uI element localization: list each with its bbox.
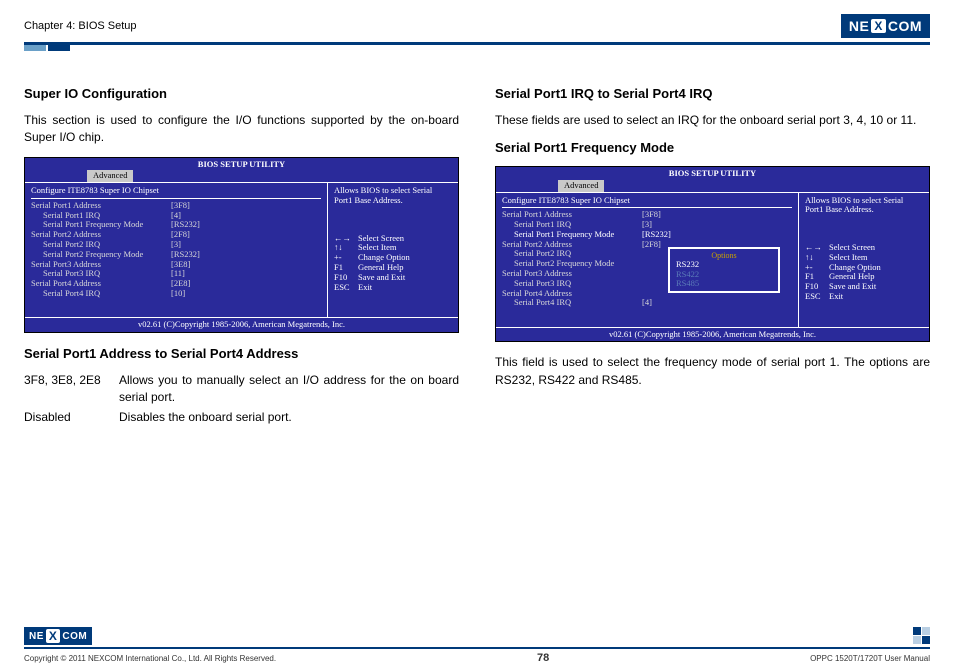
- bios-chipset-title: Configure ITE8783 Super IO Chipset: [502, 196, 792, 206]
- para-serial-irq: These fields are used to select an IRQ f…: [495, 112, 930, 129]
- bios-title: BIOS SETUP UTILITY: [496, 167, 929, 180]
- bios-config-row: Serial Port4 IRQ[4]: [502, 298, 792, 308]
- chapter-label: Chapter 4: BIOS Setup: [24, 20, 137, 32]
- bios-title: BIOS SETUP UTILITY: [25, 158, 458, 171]
- definition-row: 3F8, 3E8, 2E8Allows you to manually sele…: [24, 372, 459, 407]
- bios-tab-advanced: Advanced: [87, 170, 133, 182]
- popup-option: RS485: [676, 279, 772, 289]
- definition-row: DisabledDisables the onboard serial port…: [24, 409, 459, 426]
- heading-super-io: Super IO Configuration: [24, 85, 459, 104]
- bios-config-row: Serial Port4 IRQ[10]: [31, 289, 321, 299]
- options-popup: OptionsRS232RS422RS485: [668, 247, 780, 293]
- help-key-row: F10Save and Exit: [805, 282, 923, 292]
- heading-serial-irq: Serial Port1 IRQ to Serial Port4 IRQ: [495, 85, 930, 104]
- help-key-row: F10Save and Exit: [334, 273, 452, 283]
- heading-freq-mode: Serial Port1 Frequency Mode: [495, 139, 930, 158]
- bios-footer: v02.61 (C)Copyright 1985-2006, American …: [496, 328, 929, 342]
- bios-chipset-title: Configure ITE8783 Super IO Chipset: [31, 186, 321, 196]
- help-key-row: ESCExit: [805, 292, 923, 302]
- bios-help-text: Allows BIOS to select Serial Port1 Base …: [805, 196, 923, 216]
- bios-help-text: Allows BIOS to select Serial Port1 Base …: [334, 186, 452, 206]
- para-super-io: This section is used to configure the I/…: [24, 112, 459, 147]
- page-number: 78: [537, 652, 549, 664]
- manual-name: OPPC 1520T/1720T User Manual: [810, 654, 930, 663]
- brand-logo-footer: NEXCOM: [24, 627, 92, 645]
- bios-tab-advanced: Advanced: [558, 180, 604, 192]
- bios-screenshot-1: BIOS SETUP UTILITY Advanced Configure IT…: [24, 157, 459, 333]
- heading-serial-address: Serial Port1 Address to Serial Port4 Add…: [24, 345, 459, 364]
- para-freq-mode: This field is used to select the frequen…: [495, 354, 930, 389]
- bios-screenshot-2: BIOS SETUP UTILITY Advanced Configure IT…: [495, 166, 930, 342]
- copyright: Copyright © 2011 NEXCOM International Co…: [24, 654, 276, 663]
- help-key-row: ESCExit: [334, 283, 452, 293]
- brand-logo: NE X COM: [841, 14, 930, 38]
- bios-footer: v02.61 (C)Copyright 1985-2006, American …: [25, 318, 458, 332]
